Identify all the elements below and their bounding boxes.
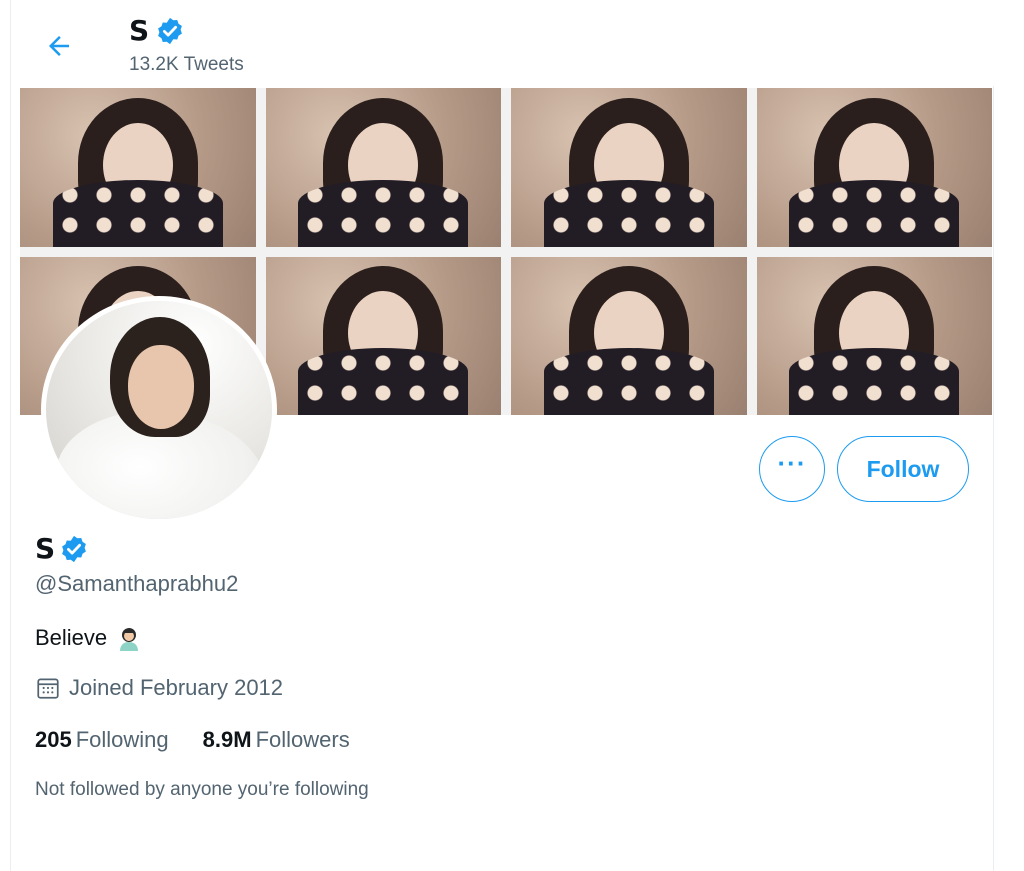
verified-badge-icon [62,535,87,562]
followers-link[interactable]: 8.9M Followers [203,727,350,753]
profile-tabs [11,858,995,871]
banner-photo [265,88,501,247]
banner-photo [756,256,992,415]
following-label: Following [75,727,169,752]
tab-replies[interactable] [257,858,503,871]
calendar-icon [37,678,59,699]
banner-photo [20,88,256,247]
bio-text: Believe [35,625,108,650]
profile-name-row: S [35,532,89,565]
profile-page: S 13.2K Tweets ··· Follow S @Samanthapra… [10,0,995,871]
profile-joined-date: Joined February 2012 [35,675,283,701]
profile-bio: Believe [35,624,143,652]
banner-photo [265,256,501,415]
more-options-icon: ··· [777,448,807,478]
followers-count: 8.9M [202,727,252,752]
tab-likes[interactable] [749,858,995,871]
person-emoji-icon [120,628,139,651]
avatar[interactable] [41,296,277,524]
profile-header: S 13.2K Tweets [11,0,995,86]
followers-label: Followers [255,727,350,752]
tab-media[interactable] [503,858,749,871]
banner-photo [756,88,992,247]
more-options-button[interactable]: ··· [759,436,825,502]
arrow-left-icon [49,36,69,56]
tab-tweets[interactable] [11,858,257,871]
follow-stats: 205 Following 8.9M Followers [35,727,350,753]
back-button[interactable] [37,24,81,68]
tweet-count: 13.2K Tweets [129,54,244,75]
not-followed-note: Not followed by anyone you’re following [35,779,369,800]
banner-photo [511,88,747,247]
joined-text: Joined February 2012 [69,675,284,700]
verified-badge-icon [158,17,183,44]
header-title-row: S [129,14,185,47]
following-count: 205 [35,727,72,752]
profile-name: S [35,532,56,565]
following-link[interactable]: 205 Following [35,727,169,753]
follow-button[interactable]: Follow [837,436,969,502]
banner-photo [511,256,747,415]
follow-button-label: Follow [866,455,940,482]
profile-handle: @Samanthaprabhu2 [35,571,239,596]
header-title: S [129,14,150,47]
